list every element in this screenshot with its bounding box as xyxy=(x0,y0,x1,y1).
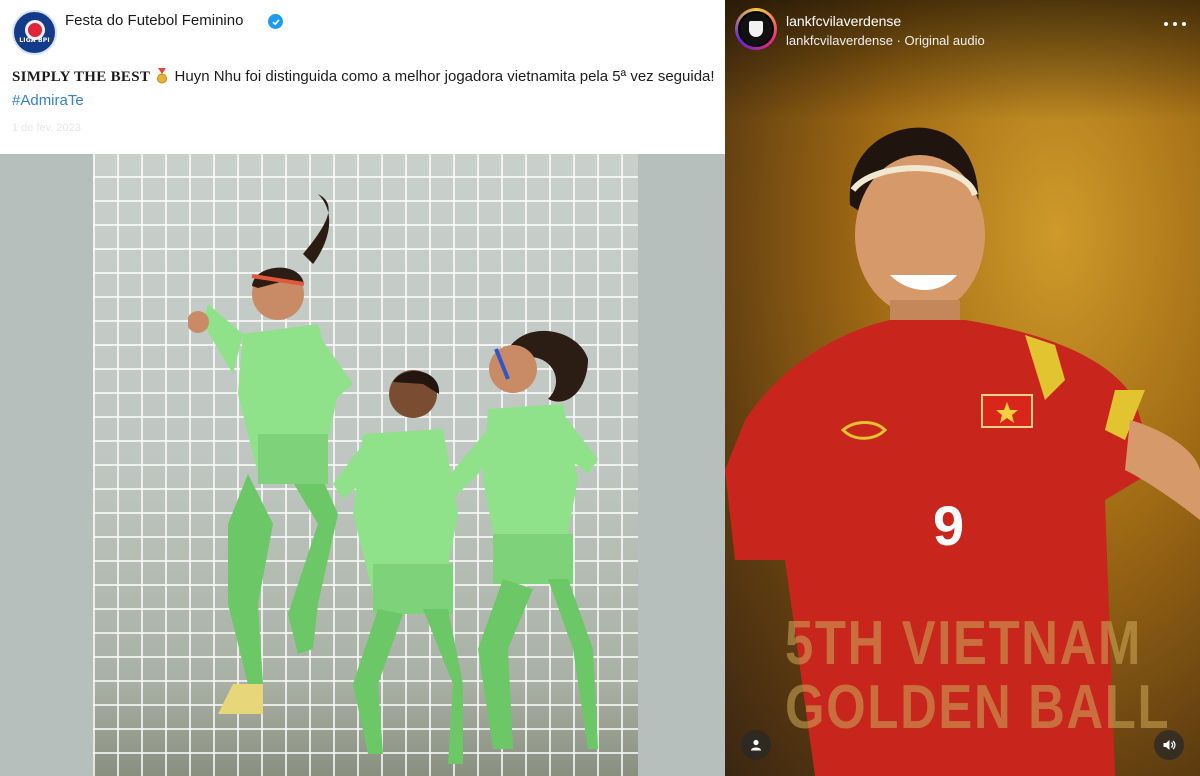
page-name[interactable]: Festa do Futebol Feminino xyxy=(65,12,243,29)
post-timestamp: 1 de fev. 2023 xyxy=(12,122,81,134)
verified-badge-icon xyxy=(268,14,283,29)
post-caption: SIMPLY THE BEST Huyn Nhu foi distinguida… xyxy=(12,65,717,112)
club-crest-icon xyxy=(749,21,763,37)
caption-bold: SIMPLY THE BEST xyxy=(12,69,151,85)
reel-headline: 5TH VIETNAM GOLDEN BALL xyxy=(785,612,1170,740)
post-photo[interactable] xyxy=(0,154,725,776)
audio-subtitle[interactable]: lankfcvilaverdense · Original audio xyxy=(786,33,985,48)
user-tag-icon xyxy=(751,739,761,751)
instagram-reel[interactable]: 9 lankfcvilaverdense lankfcvilaverdense … xyxy=(725,0,1200,776)
headline-line-1: 5TH VIETNAM xyxy=(785,609,1142,678)
page-avatar[interactable]: LIGA BPI xyxy=(12,10,57,55)
account-username[interactable]: lankfcvilaverdense xyxy=(786,13,901,29)
hashtag-link[interactable]: #AdmiraTe xyxy=(12,92,84,109)
volume-icon xyxy=(1163,740,1176,750)
account-avatar[interactable] xyxy=(735,8,777,50)
player-celebrating-3 xyxy=(438,319,598,774)
medal-icon xyxy=(156,68,168,84)
headline-line-2: GOLDEN BALL xyxy=(785,673,1171,742)
user-tag-button[interactable] xyxy=(741,730,771,760)
match-photo xyxy=(93,154,638,776)
post-header: LIGA BPI Festa do Futebol Feminino SIMPL… xyxy=(0,0,725,154)
more-options-icon[interactable] xyxy=(1164,22,1186,28)
caption-text: Huyn Nhu foi distinguida como a melhor j… xyxy=(174,68,715,85)
shirt-number: 9 xyxy=(933,494,964,557)
facebook-post: LIGA BPI Festa do Futebol Feminino SIMPL… xyxy=(0,0,725,776)
avatar-label: LIGA BPI xyxy=(19,37,50,44)
mute-button[interactable] xyxy=(1154,730,1184,760)
